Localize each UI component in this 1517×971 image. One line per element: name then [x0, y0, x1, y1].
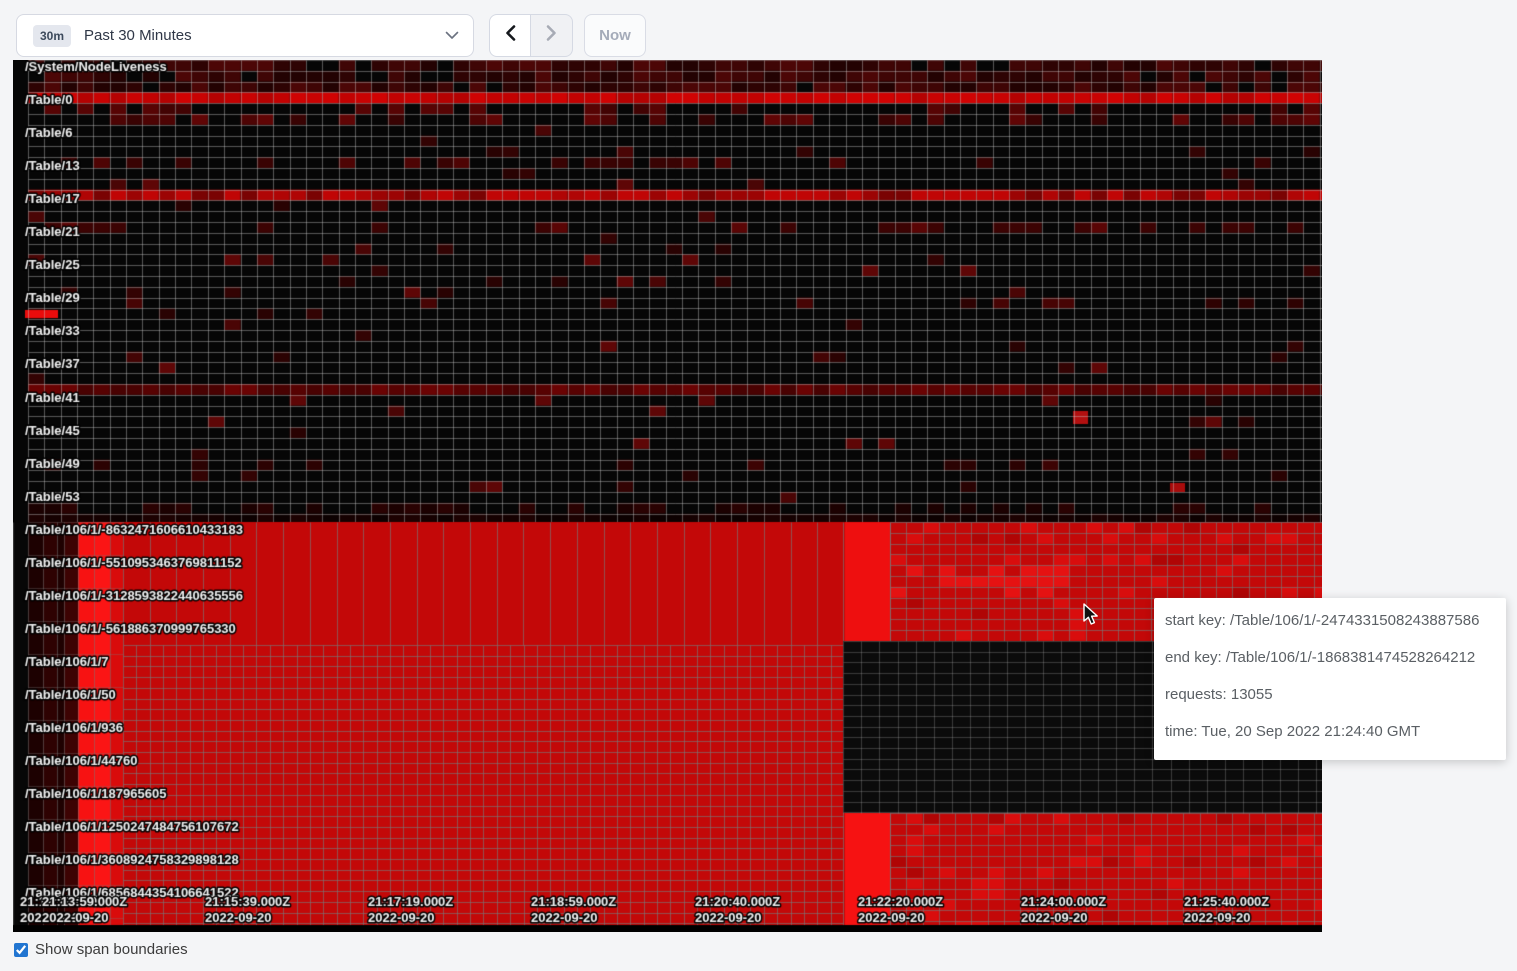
now-button[interactable]: Now	[584, 14, 646, 57]
chevron-left-icon	[504, 24, 517, 47]
heatmap-footer: Show span boundaries	[14, 941, 1517, 958]
key-visualizer-container: start key: /Table/106/1/-247433150824388…	[13, 60, 1322, 932]
tooltip-time: time: Tue, 20 Sep 2022 21:24:40 GMT	[1165, 722, 1490, 742]
time-window-badge: 30m	[33, 25, 71, 47]
chevron-right-icon	[545, 24, 558, 47]
chevron-down-icon	[445, 31, 459, 40]
time-nav-group	[489, 14, 573, 57]
show-span-boundaries-checkbox[interactable]	[14, 943, 28, 957]
prev-time-button[interactable]	[489, 14, 531, 57]
tooltip-requests: requests: 13055	[1165, 685, 1490, 705]
key-visualizer-heatmap[interactable]	[13, 60, 1322, 932]
time-range-dropdown[interactable]: 30m Past 30 Minutes	[16, 14, 474, 57]
tooltip-start-key: start key: /Table/106/1/-247433150824388…	[1165, 611, 1490, 631]
key-visualizer-page: 30m Past 30 Minutes Now start key: /Tabl…	[0, 0, 1517, 971]
next-time-button[interactable]	[531, 14, 573, 57]
heatmap-tooltip: start key: /Table/106/1/-247433150824388…	[1154, 598, 1506, 760]
show-span-boundaries-label[interactable]: Show span boundaries	[35, 941, 188, 958]
tooltip-end-key: end key: /Table/106/1/-18683814745282642…	[1165, 648, 1490, 668]
time-range-label: Past 30 Minutes	[84, 27, 445, 44]
time-toolbar: 30m Past 30 Minutes Now	[0, 0, 1517, 57]
